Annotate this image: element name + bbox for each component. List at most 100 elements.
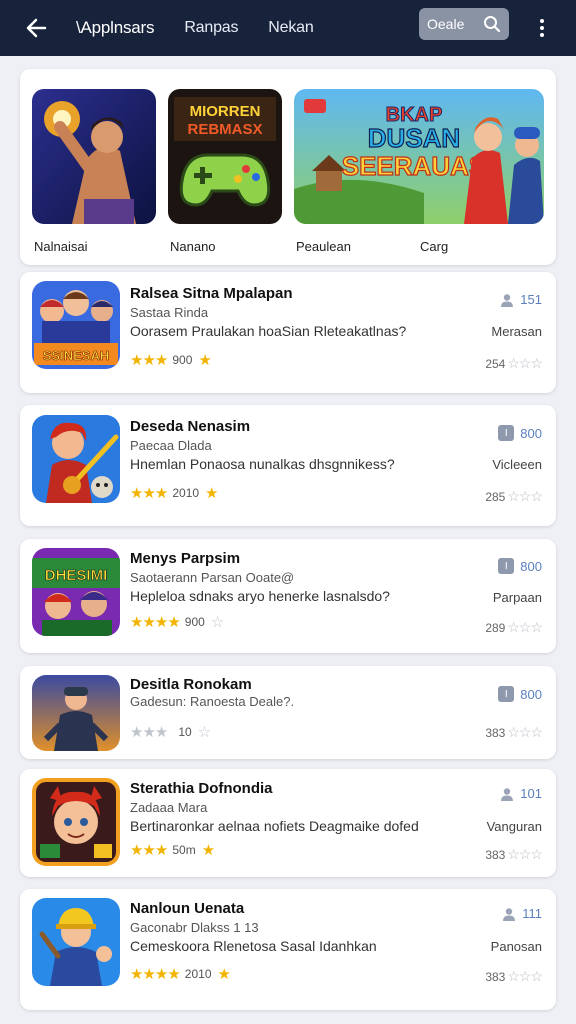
- rating-stars: ★★★★: [130, 966, 181, 983]
- game-description: Cemeskoora Rlenetosa Sasal Idanhkan: [130, 938, 377, 954]
- tab-nekan[interactable]: Nekan: [268, 19, 313, 37]
- adventure-game-art: BKAP DUSAN SEERAUAS: [294, 89, 544, 224]
- review-count-value: 383: [485, 969, 506, 984]
- player-count-badge: 151: [500, 292, 542, 307]
- game-rating: ★★★★ 2010 ★: [130, 965, 235, 983]
- game-description: Bertinaronkar aelnaa nofiets Deagmaike d…: [130, 818, 419, 834]
- search-icon: [484, 16, 501, 33]
- game-title: Nanloun Uenata: [130, 900, 245, 917]
- review-count-value: 383: [485, 725, 506, 740]
- badge-value: 800: [520, 558, 542, 574]
- rating-value: 10: [178, 725, 192, 739]
- empty-stars-icon: ☆☆☆: [507, 355, 543, 371]
- tab-applnsars[interactable]: \Applnsars: [76, 18, 155, 38]
- empty-stars-icon: ☆☆☆: [507, 968, 543, 984]
- featured-tile-1[interactable]: [32, 89, 156, 224]
- game-subtitle: Zadaaa Mara: [130, 800, 208, 815]
- review-count: 383 ☆☆☆: [485, 968, 543, 985]
- game-subtitle: Saotaerann Parsan Ooate@: [130, 570, 295, 585]
- empty-stars-icon: ☆☆☆: [507, 619, 543, 635]
- rating-stars: ★★★★: [130, 614, 181, 631]
- user-icon: [501, 787, 514, 801]
- game-card[interactable]: DHESIMI Menys Parpsim Saotaerann Parsan …: [20, 539, 556, 653]
- game-subtitle: Gaconabr Dlakss 1 13: [130, 920, 259, 935]
- review-count-value: 254: [485, 356, 506, 371]
- back-arrow-icon[interactable]: [22, 14, 50, 42]
- brawl-game-icon: DHESIMI: [32, 548, 120, 636]
- user-icon: [501, 293, 514, 307]
- badge-value: 111: [522, 906, 542, 921]
- featured-tile-3[interactable]: BKAP DUSAN SEERAUAS: [294, 89, 544, 224]
- game-card[interactable]: Deseda Nenasim Paecaa Dlada Hnemlan Pona…: [20, 405, 556, 526]
- empty-star-icon: ☆: [210, 614, 224, 631]
- search-label: Oeale: [427, 16, 465, 32]
- genre-label: Vanguran: [486, 819, 542, 834]
- game-description: Hnemlan Ponaosa nunalkas dhsgnnikess?: [130, 456, 395, 472]
- nav-tabs: \Applnsars Ranpas Nekan: [76, 18, 344, 38]
- rating-value: 900: [184, 615, 205, 629]
- badge-value: 151: [520, 292, 542, 307]
- featured-label-1: Nalnaisai: [34, 239, 88, 254]
- review-count-value: 289: [485, 620, 506, 635]
- guitar-game-icon: [32, 415, 120, 503]
- rating-stars: ★★★: [130, 352, 168, 369]
- icon-text: SSINESAH: [43, 348, 109, 363]
- featured-tile-2[interactable]: MIORREN REBMASX: [168, 89, 282, 224]
- soldier-game-icon: [32, 675, 120, 751]
- review-count: 383 ☆☆☆: [485, 846, 543, 863]
- rating-stars: ★★★: [130, 842, 168, 859]
- empty-stars-icon: ☆☆☆: [507, 488, 543, 504]
- icon-text: DHESIMI: [45, 567, 108, 584]
- game-description: Oorasem Praulakan hoaSian Rleteakatlnas?: [130, 323, 407, 339]
- search-button[interactable]: Oeale: [419, 8, 509, 40]
- star-icon: ★: [198, 352, 211, 369]
- review-count-value: 383: [485, 847, 506, 862]
- player-count-badge: I 800: [498, 558, 542, 574]
- hero-game-art: [32, 89, 156, 224]
- badge-square-icon: I: [498, 558, 515, 574]
- empty-star-icon: ☆: [197, 724, 211, 741]
- game-card[interactable]: SSINESAH Ralsea Sitna Mpalapan Sastaa Ri…: [20, 272, 556, 393]
- rating-value: 900: [172, 353, 193, 367]
- more-options-icon[interactable]: [532, 14, 552, 42]
- art-text-1: MIORREN: [190, 103, 261, 120]
- star-icon: ★: [217, 966, 231, 983]
- badge-square-icon: I: [498, 425, 515, 441]
- game-card[interactable]: Desitla Ronokam Gadesun: Ranoesta Deale?…: [20, 666, 556, 759]
- game-title: Desitla Ronokam: [130, 676, 252, 693]
- art-text-2: REBMASX: [187, 121, 262, 138]
- featured-label-4: Carg: [420, 239, 449, 254]
- star-icon: ★: [201, 842, 215, 859]
- featured-label-2: Nanano: [170, 239, 216, 254]
- fox-kid-game-icon: [32, 778, 120, 866]
- game-subtitle: Gadesun: Ranoesta Deale?.: [130, 694, 295, 709]
- player-count-badge: I 800: [498, 425, 542, 441]
- game-card[interactable]: Nanloun Uenata Gaconabr Dlakss 1 13 Ceme…: [20, 889, 556, 1010]
- tab-ranpas[interactable]: Ranpas: [184, 19, 238, 37]
- game-rating: ★★★ 2010 ★: [130, 484, 223, 502]
- art-text-4: DUSAN: [368, 123, 460, 153]
- genre-label: Panosan: [490, 939, 542, 954]
- featured-carousel: MIORREN REBMASX BKAP DUSAN SEERAUAS Naln…: [20, 69, 556, 265]
- squad-game-icon: SSINESAH: [32, 281, 120, 369]
- miner-game-icon: [32, 898, 120, 986]
- review-count: 289 ☆☆☆: [485, 619, 543, 636]
- game-rating: ★★★ 50m ★: [130, 841, 219, 859]
- badge-square-icon: I: [498, 686, 515, 702]
- rating-value: 2010: [184, 967, 212, 981]
- featured-label-3: Peaulean: [296, 239, 351, 254]
- badge-value: 800: [520, 425, 542, 441]
- controller-game-art: MIORREN REBMASX: [168, 89, 282, 224]
- badge-value: 101: [520, 786, 542, 801]
- badge-value: 800: [520, 686, 542, 702]
- genre-label: Parpaan: [492, 590, 542, 605]
- game-card[interactable]: Sterathia Dofnondia Zadaaa Mara Bertinar…: [20, 769, 556, 877]
- top-app-bar: \Applnsars Ranpas Nekan Oeale: [0, 0, 576, 56]
- empty-stars-icon: ☆☆☆: [507, 846, 543, 862]
- art-text-5: SEERAUAS: [342, 151, 486, 181]
- game-rating: ★★★★ 900 ☆: [130, 613, 228, 631]
- rating-value: 2010: [172, 486, 200, 500]
- game-subtitle: Sastaa Rinda: [130, 305, 209, 320]
- review-count: 383 ☆☆☆: [485, 724, 543, 741]
- user-icon: [503, 907, 516, 921]
